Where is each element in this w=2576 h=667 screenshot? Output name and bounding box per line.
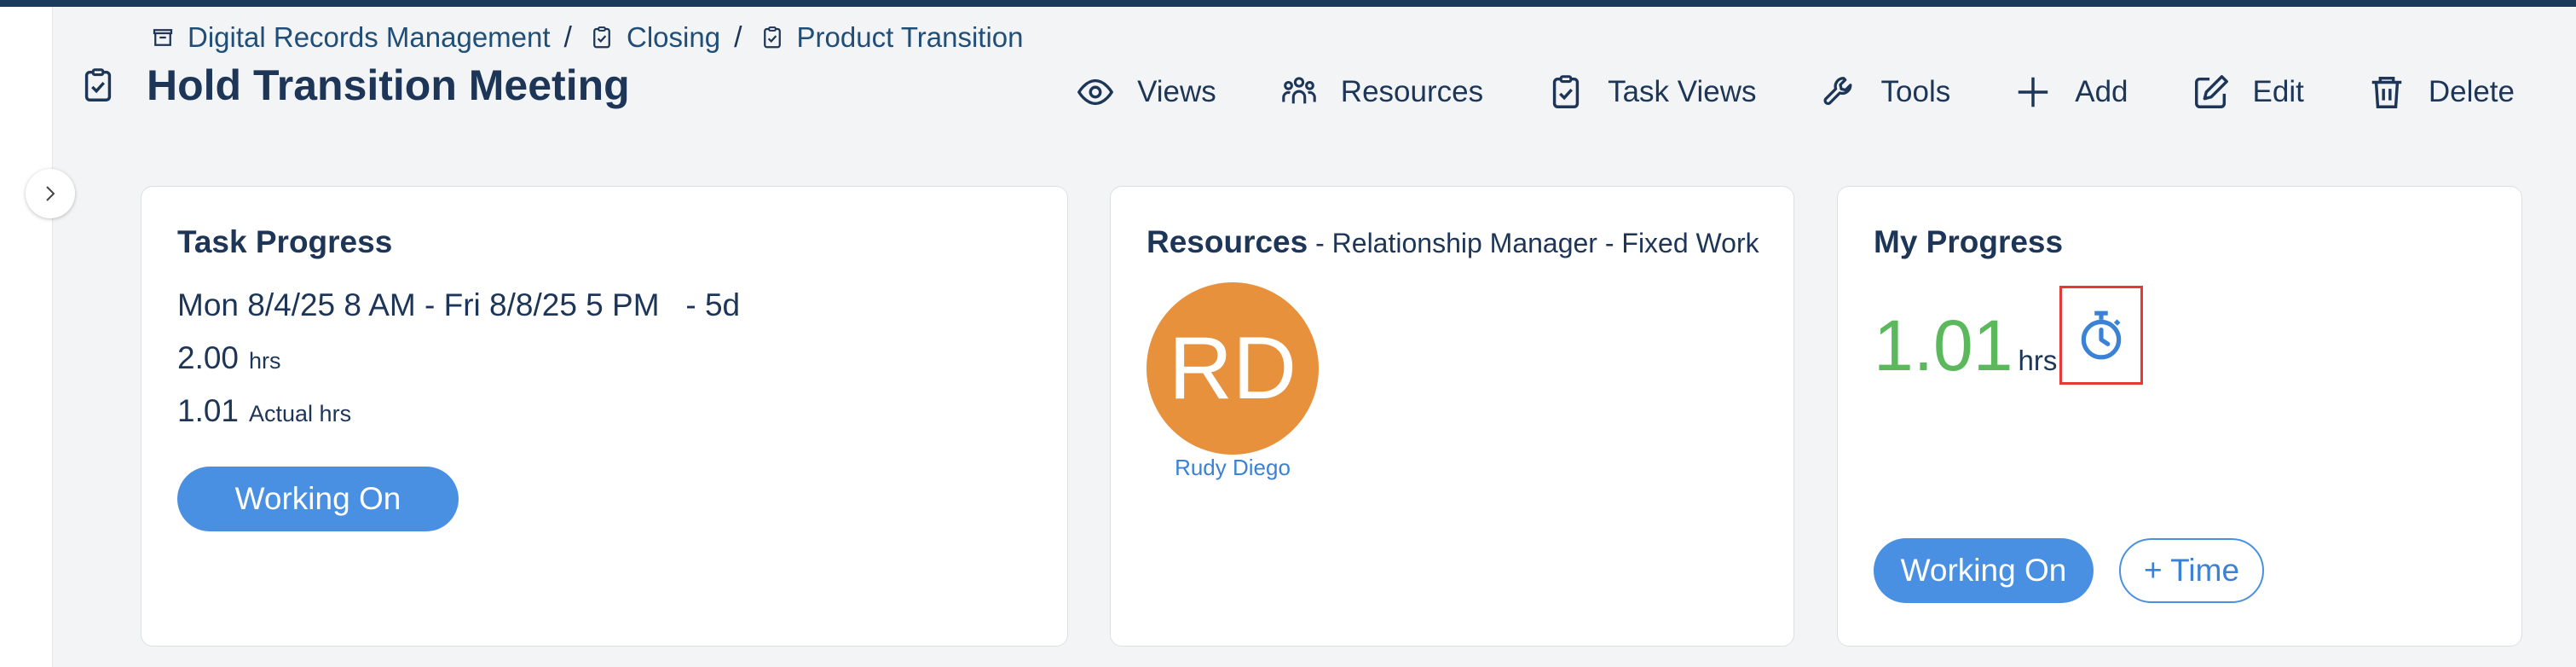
delete-label: Delete xyxy=(2428,75,2515,108)
my-progress-card: My Progress 1.01 hrs Working On + Time xyxy=(1837,186,2522,647)
task-progress-card: Task Progress Mon 8/4/25 8 AM - Fri 8/8/… xyxy=(141,186,1068,647)
timer-button[interactable] xyxy=(2059,286,2143,385)
resources-label: Resources xyxy=(1340,75,1484,108)
breadcrumb-separator: / xyxy=(734,20,742,54)
actual-hours: 1.01 Actual hrs xyxy=(177,393,351,429)
trash-icon xyxy=(2371,76,2402,108)
actual-hours-unit: Actual hrs xyxy=(249,401,352,426)
sidebar-expand-button[interactable] xyxy=(26,169,75,218)
card-title: Task Progress xyxy=(177,224,393,259)
views-button[interactable]: Views xyxy=(1076,72,1216,112)
toolbar: Views Resources Task Views Tools Add Edi… xyxy=(1076,61,2515,123)
left-sidebar-rail xyxy=(0,7,53,667)
working-on-button[interactable]: Working On xyxy=(177,467,459,531)
task-views-label: Task Views xyxy=(1608,75,1757,108)
breadcrumb-item-closing[interactable]: Closing xyxy=(589,21,720,54)
delete-button[interactable]: Delete xyxy=(2367,72,2515,112)
planned-hours-value: 2.00 xyxy=(177,340,240,375)
resources-button[interactable]: Resources xyxy=(1279,72,1483,112)
planned-hours-unit: hrs xyxy=(249,348,281,374)
eye-icon xyxy=(1077,78,1114,106)
resources-card: Resources - Relationship Manager - Fixed… xyxy=(1110,186,1794,647)
add-label: Add xyxy=(2075,75,2128,108)
page-header: Hold Transition Meeting xyxy=(78,55,630,116)
resources-title: Resources xyxy=(1146,224,1308,259)
my-hours: 1.01 hrs xyxy=(1874,304,2057,387)
page-title: Hold Transition Meeting xyxy=(147,61,630,109)
task-date-range: Mon 8/4/25 8 AM - Fri 8/8/25 5 PM - 5d xyxy=(177,287,741,322)
edit-icon xyxy=(2194,75,2228,108)
breadcrumb-label: Closing xyxy=(627,21,721,53)
tools-button[interactable]: Tools xyxy=(1820,72,1951,112)
breadcrumb-label: Product Transition xyxy=(796,21,1024,53)
stopwatch-icon xyxy=(2081,310,2122,360)
people-group-icon xyxy=(1282,77,1316,104)
plus-icon xyxy=(2018,77,2048,107)
card-title: My Progress xyxy=(1874,224,2064,259)
my-hours-unit: hrs xyxy=(2018,345,2058,376)
my-hours-value: 1.01 xyxy=(1874,305,2013,386)
wrench-icon xyxy=(1823,77,1851,106)
chevron-right-icon xyxy=(46,186,55,201)
card-title: Resources - Relationship Manager - Fixed… xyxy=(1146,224,1759,260)
breadcrumb-separator: / xyxy=(563,20,572,54)
clipboard-check-icon xyxy=(84,68,112,102)
planned-hours: 2.00 hrs xyxy=(177,340,281,376)
clipboard-check-icon xyxy=(593,26,610,49)
add-button[interactable]: Add xyxy=(2013,72,2128,112)
resources-subtitle: - Relationship Manager - Fixed Work xyxy=(1308,228,1759,258)
resource-name-link[interactable]: Rudy Diego xyxy=(1146,455,1319,481)
avatar[interactable]: RD xyxy=(1146,282,1319,455)
breadcrumb: Digital Records Management / Closing / P… xyxy=(150,19,1023,56)
breadcrumb-item-product-transition[interactable]: Product Transition xyxy=(760,21,1024,54)
my-working-on-button[interactable]: Working On xyxy=(1874,538,2094,603)
task-views-button[interactable]: Task Views xyxy=(1546,72,1757,112)
edit-label: Edit xyxy=(2252,75,2304,108)
tools-label: Tools xyxy=(1880,75,1951,108)
edit-button[interactable]: Edit xyxy=(2192,72,2304,112)
clipboard-check-icon xyxy=(1552,75,1580,108)
views-label: Views xyxy=(1137,75,1216,108)
breadcrumb-label: Digital Records Management xyxy=(188,21,551,53)
actual-hours-value: 1.01 xyxy=(177,393,240,428)
top-accent-bar xyxy=(0,0,2576,7)
archive-icon xyxy=(153,29,173,46)
add-time-button[interactable]: + Time xyxy=(2119,538,2264,603)
clipboard-check-icon xyxy=(763,26,781,49)
breadcrumb-item-digital-records[interactable]: Digital Records Management xyxy=(150,21,551,54)
